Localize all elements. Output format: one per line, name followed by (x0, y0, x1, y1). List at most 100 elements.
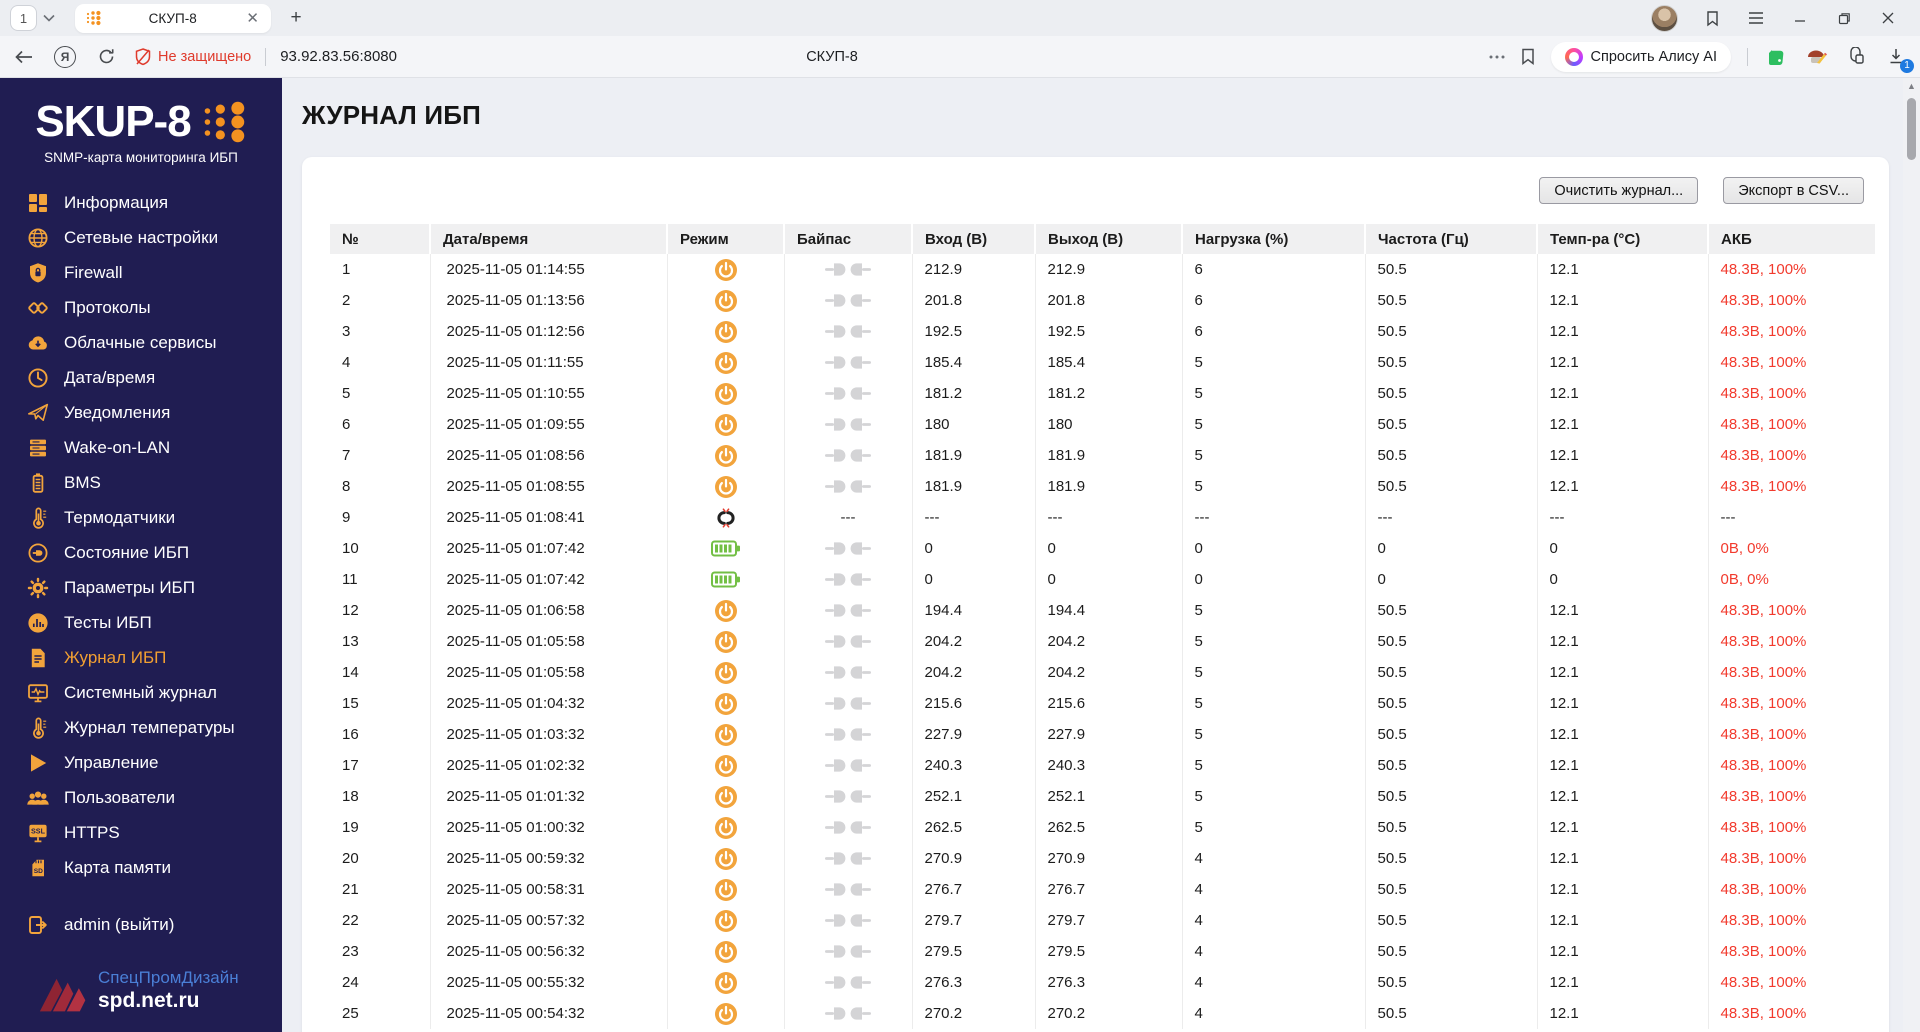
cell-number: 18 (330, 781, 431, 812)
cell-temperature: 12.1 (1537, 905, 1709, 936)
tab-close-icon[interactable]: ✕ (244, 9, 261, 27)
cell-output-voltage: 185.4 (1035, 347, 1183, 378)
sidebar-item-memory-card[interactable]: SD Карта памяти (0, 850, 282, 885)
cell-datetime: 2025-11-05 01:09:55 (430, 409, 668, 440)
cell-battery: 0В, 0% (1720, 540, 1769, 557)
tab-count-button[interactable]: 1 (10, 5, 37, 31)
yandex-search-icon[interactable]: Я (53, 45, 77, 69)
security-warning-label[interactable]: Не защищено (158, 49, 251, 65)
sidebar-item-system-journal[interactable]: Системный журнал (0, 675, 282, 710)
more-options-icon[interactable] (1489, 55, 1505, 59)
sidebar-item-control[interactable]: Управление (0, 745, 282, 780)
globe-icon (26, 226, 50, 250)
bookmark-icon[interactable] (1521, 48, 1535, 65)
cell-battery: 48.3В, 100% (1720, 850, 1807, 867)
cell-datetime: 2025-11-05 01:10:55 (430, 378, 668, 409)
sidebar-item-label: Firewall (64, 262, 123, 282)
clear-journal-button[interactable]: Очистить журнал... (1539, 177, 1699, 204)
sidebar-item-users[interactable]: Пользователи (0, 780, 282, 815)
cell-mode (667, 595, 785, 626)
new-tab-button[interactable]: + (283, 5, 309, 31)
cell-temperature: 12.1 (1537, 626, 1709, 657)
sidebar-item-label: Сетевые настройки (64, 227, 219, 247)
sidebar-item-label: Состояние ИБП (64, 542, 190, 562)
vendor-name: СпецПромДизайн (98, 968, 239, 987)
sidebar-item-ups-params[interactable]: Параметры ИБП (0, 570, 282, 605)
sidebar-item-label: Wake-on-LAN (64, 437, 171, 457)
sidebar-item-wake-on-lan[interactable]: Wake-on-LAN (0, 430, 282, 465)
browser-menu-icon[interactable] (1746, 8, 1766, 28)
cell-output-voltage: --- (1035, 502, 1183, 533)
browser-tab-bar: 1 СКУП-8 ✕ + (0, 0, 1920, 36)
clipboard-extension-icon[interactable] (1844, 45, 1868, 69)
shield-lock-icon (26, 261, 50, 285)
page-scrollbar[interactable]: ▲ (1903, 78, 1920, 1032)
cell-datetime: 2025-11-05 01:08:41 (430, 502, 668, 533)
power-mode-icon (714, 940, 737, 963)
sidebar-item-protocols[interactable]: Протоколы (0, 290, 282, 325)
window-minimize-icon[interactable] (1790, 8, 1810, 28)
sidebar-item-information[interactable]: Информация (0, 185, 282, 220)
cell-output-voltage: 262.5 (1035, 812, 1183, 843)
sidebar-item-logout[interactable]: admin (выйти) (0, 907, 282, 942)
sidebar-item-bms[interactable]: BMS (0, 465, 282, 500)
users-icon (26, 786, 50, 810)
window-restore-icon[interactable] (1834, 8, 1854, 28)
sidebar-item-firewall[interactable]: Firewall (0, 255, 282, 290)
cell-bypass (784, 874, 913, 905)
browser-tab[interactable]: СКУП-8 ✕ (75, 3, 271, 33)
editor-extension-icon[interactable] (1804, 45, 1828, 69)
back-icon[interactable] (12, 45, 36, 69)
spd-triangles-icon (38, 969, 90, 1013)
refresh-icon[interactable] (94, 45, 118, 69)
evernote-extension-icon[interactable] (1764, 45, 1788, 69)
cell-temperature: 12.1 (1537, 843, 1709, 874)
cell-datetime: 2025-11-05 01:08:56 (430, 440, 668, 471)
sidebar-item-ups-journal[interactable]: Журнал ИБП (0, 640, 282, 675)
cell-datetime: 2025-11-05 01:00:32 (430, 812, 668, 843)
bypass-plug-icon (825, 447, 871, 464)
profile-avatar[interactable] (1651, 4, 1678, 32)
cell-frequency: 50.5 (1365, 719, 1538, 750)
scrollbar-thumb[interactable] (1907, 98, 1916, 160)
sidebar-item-cloud-services[interactable]: Облачные сервисы (0, 325, 282, 360)
sidebar-item-notifications[interactable]: Уведомления (0, 395, 282, 430)
window-close-icon[interactable] (1878, 8, 1898, 28)
cell-output-voltage: 181.9 (1035, 471, 1183, 502)
sidebar-item-temperature-journal[interactable]: Журнал температуры (0, 710, 282, 745)
sidebar-item-ups-status[interactable]: Состояние ИБП (0, 535, 282, 570)
tab-list-chevron-icon[interactable] (37, 5, 61, 31)
cell-bypass (784, 316, 913, 347)
scrollbar-up-icon[interactable]: ▲ (1903, 78, 1920, 94)
url-text[interactable]: 93.92.83.56:8080 (280, 48, 397, 65)
cell-temperature: 12.1 (1537, 254, 1709, 285)
cell-mode (667, 657, 785, 688)
ask-alice-button[interactable]: Спросить Алису AI (1550, 41, 1731, 72)
vendor-logo[interactable]: СпецПромДизайн spd.net.ru (0, 968, 282, 1013)
sidebar-item-thermo-sensors[interactable]: Термодатчики (0, 500, 282, 535)
sidebar-item-ups-tests[interactable]: Тесты ИБП (0, 605, 282, 640)
cell-battery: 48.3В, 100% (1720, 416, 1807, 433)
cell-temperature: 12.1 (1537, 657, 1709, 688)
cell-input-voltage: 262.5 (912, 812, 1036, 843)
sidebar-item-https[interactable]: SSL HTTPS (0, 815, 282, 850)
column-header: Темп-ра (°С) (1537, 224, 1709, 254)
cell-load: --- (1182, 502, 1366, 533)
downloads-icon[interactable]: 1 (1884, 45, 1914, 73)
page-title-center: СКУП-8 (806, 48, 858, 65)
cell-output-voltage: 215.6 (1035, 688, 1183, 719)
bookmarks-panel-icon[interactable] (1702, 8, 1722, 28)
cell-frequency: 50.5 (1365, 967, 1538, 998)
cell-input-voltage: 181.9 (912, 471, 1036, 502)
sidebar-item-network-settings[interactable]: Сетевые настройки (0, 220, 282, 255)
bypass-plug-icon (825, 354, 871, 371)
sidebar-item-date-time[interactable]: Дата/время (0, 360, 282, 395)
sidebar-item-label: Управление (64, 752, 159, 772)
monitor-pulse-icon (26, 681, 50, 705)
cell-temperature: 12.1 (1537, 440, 1709, 471)
export-csv-button[interactable]: Экспорт в CSV... (1723, 177, 1864, 204)
cell-mode (667, 626, 785, 657)
bypass-plug-icon (825, 819, 871, 836)
cell-bypass (784, 812, 913, 843)
table-row: 22 2025-11-05 00:57:32 279.7 279.7 4 50.5 12.1… (330, 905, 1875, 936)
